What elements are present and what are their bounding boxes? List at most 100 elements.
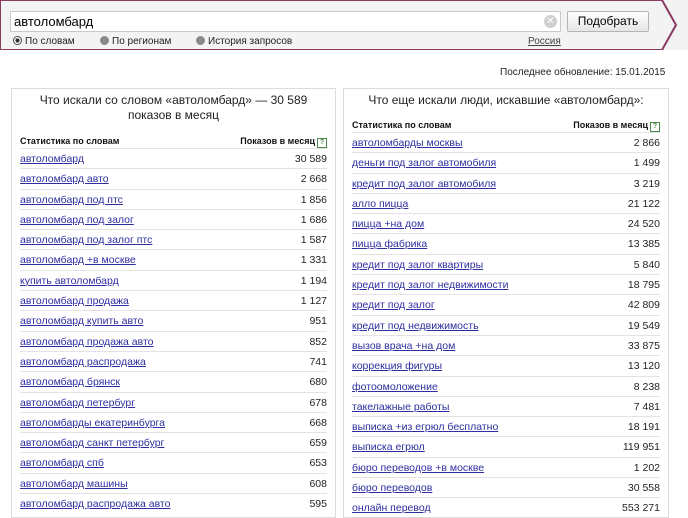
shows-count: 2 668 <box>300 173 327 186</box>
keyword-link[interactable]: автоломбард +в москве <box>20 254 136 266</box>
col-shows-label: Показов в месяц <box>240 136 315 146</box>
radio-icon[interactable] <box>100 36 109 45</box>
shows-count: 668 <box>309 416 327 429</box>
keyword-link[interactable]: автоломбард купить авто <box>20 315 143 327</box>
col-shows-header: Показов в месяц? <box>573 120 660 132</box>
keyword-link[interactable]: автоломбарды москвы <box>352 137 463 149</box>
table-row: выписка егрюл 119 951 <box>352 436 660 456</box>
mode-by-regions[interactable]: По регионам <box>100 36 171 47</box>
radio-icon[interactable] <box>196 36 205 45</box>
col-words-label: Статистика по словам <box>352 120 452 130</box>
shows-count: 21 122 <box>627 197 660 210</box>
shows-count: 7 481 <box>633 400 660 413</box>
radio-checked-icon[interactable] <box>13 36 22 45</box>
shows-count: 33 875 <box>627 339 660 352</box>
table-row: выписка +из егрюл бесплатно 18 191 <box>352 416 660 436</box>
search-input[interactable] <box>14 13 534 30</box>
shows-count: 1 587 <box>300 234 327 247</box>
shows-count: 8 238 <box>633 380 660 393</box>
left-keyword-list: автоломбард 30 589 автоломбард авто 2 668 ав… <box>20 148 327 513</box>
keyword-link[interactable]: фотоомоложение <box>352 381 438 393</box>
mode-by-words[interactable]: По словам <box>13 36 75 47</box>
table-row: автоломбард машины 608 <box>20 472 327 493</box>
region-link[interactable]: Россия <box>528 36 561 47</box>
col-words-label: Статистика по словам <box>20 136 120 146</box>
table-row: автоломбард петербург 678 <box>20 391 327 412</box>
keyword-link[interactable]: автоломбард машины <box>20 478 128 490</box>
table-row: бюро переводов +в москве 1 202 <box>352 456 660 477</box>
left-panel: Что искали со словом «автоломбард» — 30 … <box>11 88 336 518</box>
shows-count: 741 <box>309 355 327 368</box>
keyword-link[interactable]: кредит под залог <box>352 299 435 311</box>
keyword-link[interactable]: автоломбард санкт петербург <box>20 437 164 449</box>
table-row: автоломбард под залог 1 686 <box>20 208 327 229</box>
shows-count: 659 <box>309 437 327 450</box>
keyword-link[interactable]: автоломбард спб <box>20 457 104 469</box>
shows-count: 1 499 <box>633 157 660 170</box>
search-box: ✕ <box>10 11 561 32</box>
keyword-link[interactable]: автоломбард распродажа <box>20 356 146 368</box>
keyword-link[interactable]: купить автоломбард <box>20 275 119 287</box>
left-panel-title: Что искали со словом «автоломбард» — 30 … <box>39 93 308 122</box>
help-icon[interactable]: ? <box>317 138 327 148</box>
keyword-link[interactable]: алло пицца <box>352 198 408 210</box>
keyword-link[interactable]: пицца +на дом <box>352 218 424 230</box>
keyword-link[interactable]: автоломбард под залог <box>20 214 134 226</box>
table-row: кредит под залог 42 809 <box>352 294 660 314</box>
shows-count: 608 <box>309 477 327 490</box>
keyword-link[interactable]: автоломбард продажа <box>20 295 129 307</box>
table-row: онлайн перевод 553 271 <box>352 497 660 517</box>
keyword-link[interactable]: кредит под недвижимость <box>352 320 479 332</box>
keyword-link[interactable]: автоломбард под птс <box>20 194 123 206</box>
shows-count: 3 219 <box>633 177 660 190</box>
keyword-link[interactable]: автоломбард продажа авто <box>20 336 154 348</box>
help-icon[interactable]: ? <box>650 122 660 132</box>
table-row: автоломбард купить авто 951 <box>20 310 327 330</box>
keyword-link[interactable]: выписка егрюл <box>352 441 425 453</box>
shows-count: 2 866 <box>633 137 660 149</box>
keyword-link[interactable]: бюро переводов +в москве <box>352 462 484 474</box>
shows-count: 30 589 <box>294 153 327 165</box>
last-update: Последнее обновление: 15.01.2015 <box>500 67 666 78</box>
keyword-link[interactable]: автоломбард распродажа авто <box>20 498 170 510</box>
pick-button[interactable]: Подобрать <box>567 11 649 32</box>
table-row: автоломбард продажа авто 852 <box>20 330 327 351</box>
shows-count: 18 191 <box>627 421 660 434</box>
keyword-link[interactable]: кредит под залог автомобиля <box>352 178 496 190</box>
shows-count: 18 795 <box>627 279 660 292</box>
shows-count: 653 <box>309 457 327 470</box>
keyword-link[interactable]: выписка +из егрюл бесплатно <box>352 421 498 433</box>
keyword-link[interactable]: бюро переводов <box>352 482 432 494</box>
table-row: автоломбард под птс 1 856 <box>20 188 327 209</box>
right-panel-title: Что еще искали люди, искавшие «автоломба… <box>368 93 644 107</box>
keyword-link[interactable]: автоломбард авто <box>20 173 109 185</box>
keyword-link[interactable]: кредит под залог квартиры <box>352 259 483 271</box>
table-row: автоломбарды екатеринбурга 668 <box>20 411 327 432</box>
shows-count: 1 194 <box>300 274 327 287</box>
clear-icon[interactable]: ✕ <box>544 15 557 28</box>
keyword-link[interactable]: автоломбард брянск <box>20 376 120 388</box>
mode-label: По регионам <box>112 36 172 47</box>
table-row: пицца фабрика 13 385 <box>352 233 660 253</box>
keyword-link[interactable]: автоломбард <box>20 153 84 165</box>
keyword-link[interactable]: деньги под залог автомобиля <box>352 157 496 169</box>
mode-history[interactable]: История запросов <box>196 36 292 47</box>
shows-count: 5 840 <box>633 258 660 271</box>
keyword-link[interactable]: автоломбард петербург <box>20 397 135 409</box>
table-row: автоломбард +в москве 1 331 <box>20 249 327 269</box>
keyword-link[interactable]: автоломбард под залог птс <box>20 234 152 246</box>
keyword-link[interactable]: автоломбарды екатеринбурга <box>20 417 165 429</box>
keyword-link[interactable]: кредит под залог недвижимости <box>352 279 508 291</box>
keyword-link[interactable]: такелажные работы <box>352 401 449 413</box>
table-row: кредит под залог квартиры 5 840 <box>352 253 660 274</box>
table-row: деньги под залог автомобиля 1 499 <box>352 152 660 172</box>
keyword-link[interactable]: онлайн перевод <box>352 502 431 514</box>
shows-count: 24 520 <box>627 218 660 231</box>
table-row: пицца +на дом 24 520 <box>352 213 660 233</box>
keyword-link[interactable]: коррекция фигуры <box>352 360 442 372</box>
keyword-link[interactable]: пицца фабрика <box>352 238 427 250</box>
col-shows-label: Показов в месяц <box>573 120 648 130</box>
right-keyword-list: автоломбарды москвы 2 866 деньги под залог… <box>352 132 660 517</box>
keyword-link[interactable]: вызов врача +на дом <box>352 340 455 352</box>
table-row: автоломбард авто 2 668 <box>20 168 327 188</box>
